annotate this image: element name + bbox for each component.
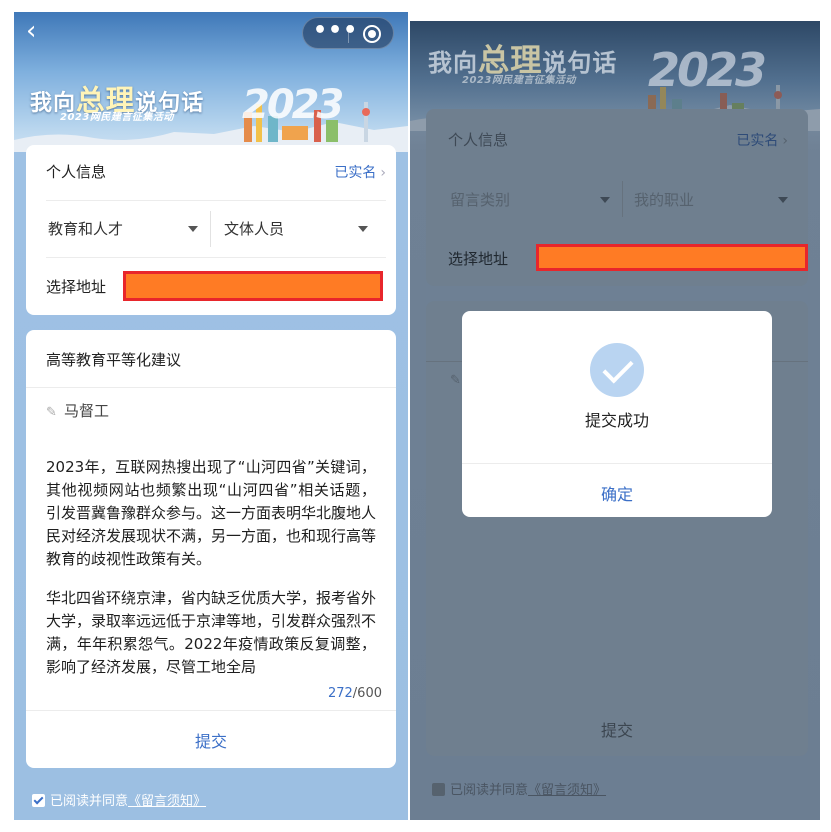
success-check-icon: [590, 343, 644, 397]
message-title: 高等教育平等化建议: [46, 351, 182, 369]
personal-info-label: 个人信息: [46, 163, 107, 181]
chevron-right-icon: ›: [380, 165, 386, 181]
personal-info-card: 个人信息 已实名 › 留言类别 我的职业 选择地址: [426, 109, 808, 286]
success-message: 提交成功: [584, 411, 649, 430]
occupation-select[interactable]: 文体人员: [222, 203, 374, 255]
banner-subtitle: 2023网民建言征集活动: [462, 75, 576, 86]
message-paragraph: 2023年，互联网热搜出现了“山河四省”关键词，其他视频网站也频繁出现“山河四省…: [46, 458, 376, 568]
author-name: 马督工: [64, 402, 110, 420]
agreement-prefix: 已阅读并同意: [450, 783, 529, 798]
address-label: 选择地址: [448, 250, 509, 268]
submit-button[interactable]: 提交: [26, 728, 396, 752]
chevron-down-icon: [778, 197, 788, 203]
redacted-address-field[interactable]: [536, 244, 808, 271]
personal-info-label: 个人信息: [448, 131, 509, 149]
category-select[interactable]: 教育和人才: [46, 203, 204, 255]
banner-year: 2023: [648, 43, 767, 97]
mini-program-capsule: •••: [302, 17, 394, 49]
message-paragraph: 华北四省环绕京津，省内缺乏优质大学，报考省外大学，录取率远远低于京津等地，引发群…: [46, 589, 376, 676]
more-dots-icon[interactable]: •••: [313, 20, 357, 46]
agreement-link[interactable]: 《留言须知》: [528, 783, 606, 798]
right-screenshot: 我向总理说句话 2023网民建言征集活动 2023 个人信息 已实名 › 留言类别…: [410, 21, 820, 820]
success-dialog: 提交成功 确定: [462, 311, 772, 517]
checkbox-checked-icon[interactable]: [32, 794, 45, 807]
chevron-down-icon: [358, 226, 368, 232]
banner-year: 2023: [242, 82, 344, 128]
message-card: 高等教育平等化建议 ✎ 马督工 2023年，互联网热搜出现了“山河四省”关键词，…: [26, 330, 396, 768]
submit-button[interactable]: 提交: [426, 717, 808, 741]
occupation-select[interactable]: 我的职业: [634, 189, 694, 210]
address-label: 选择地址: [46, 278, 107, 296]
pencil-icon: ✎: [46, 405, 57, 420]
back-icon[interactable]: ‹: [26, 18, 54, 46]
personal-info-card: 个人信息 已实名 › 教育和人才 文体人员 选择地址: [26, 145, 396, 315]
redacted-address-field[interactable]: [123, 271, 383, 301]
char-counter: 272/600: [327, 686, 382, 701]
author-field[interactable]: ✎ 马督工: [46, 400, 246, 424]
message-body[interactable]: 2023年，互联网热搜出现了“山河四省”关键词，其他视频网站也频繁出现“山河四省…: [46, 456, 376, 678]
category-select[interactable]: 留言类别: [450, 189, 510, 210]
agreement-prefix: 已阅读并同意: [50, 794, 129, 809]
agreement-row[interactable]: 已阅读并同意《留言须知》: [32, 790, 206, 809]
verified-link[interactable]: 已实名 ›: [334, 162, 386, 182]
confirm-button[interactable]: 确定: [462, 481, 772, 505]
pencil-icon: ✎: [450, 373, 461, 388]
close-target-icon[interactable]: [363, 25, 381, 43]
agreement-link[interactable]: 《留言须知》: [128, 794, 206, 809]
banner-subtitle: 2023网民建言征集活动: [60, 112, 174, 123]
checkbox-unchecked-icon[interactable]: [432, 783, 445, 796]
chevron-down-icon: [188, 226, 198, 232]
category-value: 教育和人才: [48, 220, 124, 238]
verified-link[interactable]: 已实名 ›: [736, 130, 788, 150]
agreement-row[interactable]: 已阅读并同意《留言须知》: [432, 779, 606, 798]
capsule-divider: [348, 25, 349, 43]
left-screenshot: 我向总理说句话 2023网民建言征集活动 2023 ‹ ••• 个人信息 已实名…: [14, 12, 408, 820]
chevron-down-icon: [600, 197, 610, 203]
occupation-value: 文体人员: [224, 220, 285, 238]
